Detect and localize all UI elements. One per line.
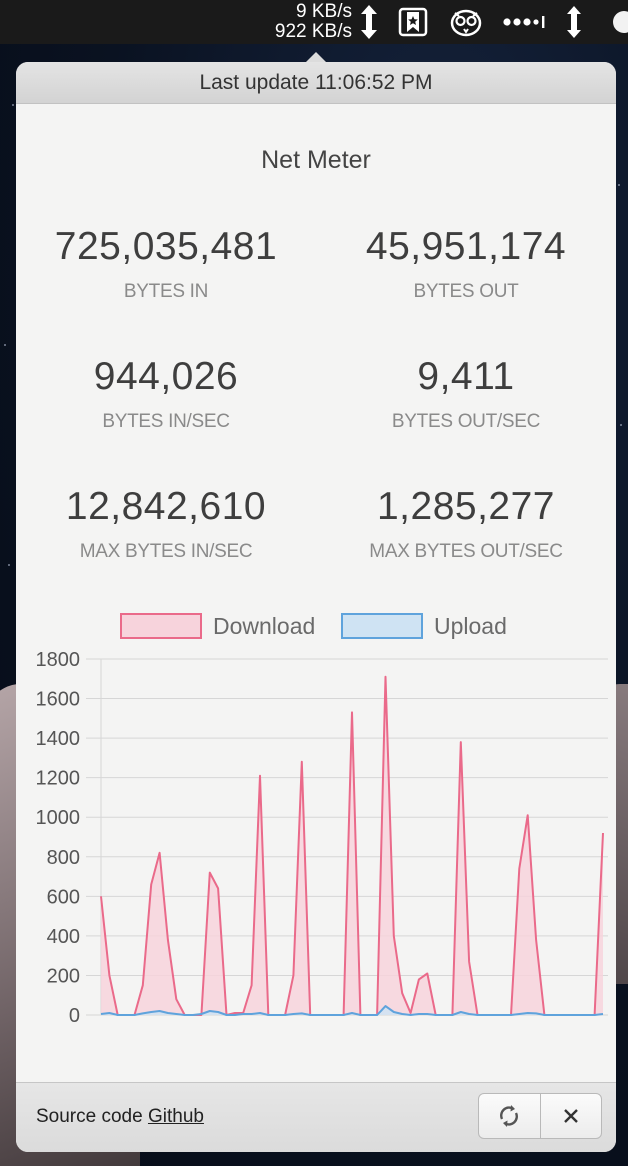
y-tick-label: 600 — [47, 886, 80, 908]
stat-bytes-out: 45,951,174 BYTES OUT — [316, 225, 616, 303]
legend-download: Download — [120, 612, 315, 640]
legend-upload: Upload — [341, 612, 507, 640]
stat-bytes-out-sec: 9,411 BYTES OUT/SEC — [316, 355, 616, 433]
y-tick-label: 200 — [47, 965, 80, 987]
source-prefix: Source code — [36, 1106, 143, 1127]
close-button[interactable] — [539, 1094, 602, 1138]
stat-value: 45,951,174 — [365, 225, 567, 268]
source-code-text: Source code Github — [36, 1106, 204, 1128]
y-tick-label: 800 — [47, 847, 80, 869]
stat-label: MAX BYTES IN/SEC — [79, 541, 253, 562]
stat-bytes-in-sec: 944,026 BYTES IN/SEC — [16, 355, 316, 433]
stat-value: 944,026 — [93, 355, 239, 398]
menubar-net-rates[interactable]: 9 KB/s 922 KB/s — [246, 2, 352, 42]
legend-label-upload: Upload — [434, 612, 507, 639]
legend-label-download: Download — [213, 612, 316, 639]
net-meter-popover: Last update 11:06:52 PM Net Meter 725,03… — [16, 62, 616, 1152]
legend-swatch-upload — [341, 613, 423, 639]
y-tick-label: 1200 — [36, 768, 81, 790]
status-icon[interactable] — [606, 6, 628, 38]
stat-value: 9,411 — [417, 355, 515, 398]
y-tick-label: 1800 — [36, 649, 81, 671]
stat-label: BYTES OUT — [413, 281, 519, 302]
owl-icon[interactable] — [448, 6, 484, 38]
y-tick-label: 0 — [69, 1005, 80, 1027]
y-tick-label: 1600 — [36, 689, 81, 711]
app-title: Net Meter — [261, 146, 371, 174]
github-link[interactable]: Github — [148, 1106, 204, 1127]
refresh-button[interactable] — [479, 1094, 540, 1138]
stat-max-out-sec: 1,285,277 MAX BYTES OUT/SEC — [316, 485, 616, 563]
stat-bytes-in: 725,035,481 BYTES IN — [16, 225, 316, 303]
last-update-bar: Last update 11:06:52 PM — [16, 62, 616, 104]
y-tick-label: 1400 — [36, 728, 81, 750]
stat-value: 725,035,481 — [54, 225, 278, 268]
refresh-icon — [500, 1105, 519, 1127]
stat-label: BYTES OUT/SEC — [391, 411, 541, 432]
updown-arrow-icon[interactable] — [562, 6, 586, 38]
footer-button-group — [478, 1093, 602, 1139]
y-tick-label: 1000 — [36, 807, 81, 829]
download-rate: 922 KB/s — [274, 21, 352, 42]
legend-swatch-download — [120, 613, 202, 639]
stat-label: MAX BYTES OUT/SEC — [369, 541, 563, 562]
close-icon — [563, 1109, 578, 1123]
footer-bar: Source code Github — [16, 1082, 616, 1152]
menu-bar: 9 KB/s 922 KB/s — [0, 0, 628, 44]
traffic-chart: 0 200 400 600 800 1000 1200 1400 1600 1800 — [36, 649, 608, 1027]
popover-pointer — [306, 52, 326, 62]
stat-max-in-sec: 12,842,610 MAX BYTES IN/SEC — [16, 485, 316, 563]
upload-rate: 9 KB/s — [296, 1, 352, 22]
stat-label: BYTES IN/SEC — [102, 411, 230, 432]
y-tick-label: 400 — [47, 926, 80, 948]
dots-menu-icon[interactable] — [500, 6, 546, 38]
bookmark-star-icon[interactable] — [396, 6, 430, 38]
updown-arrow-icon[interactable] — [356, 5, 382, 39]
stat-label: BYTES IN — [123, 281, 209, 302]
stat-value: 1,285,277 — [376, 485, 555, 528]
stat-value: 12,842,610 — [65, 485, 267, 528]
